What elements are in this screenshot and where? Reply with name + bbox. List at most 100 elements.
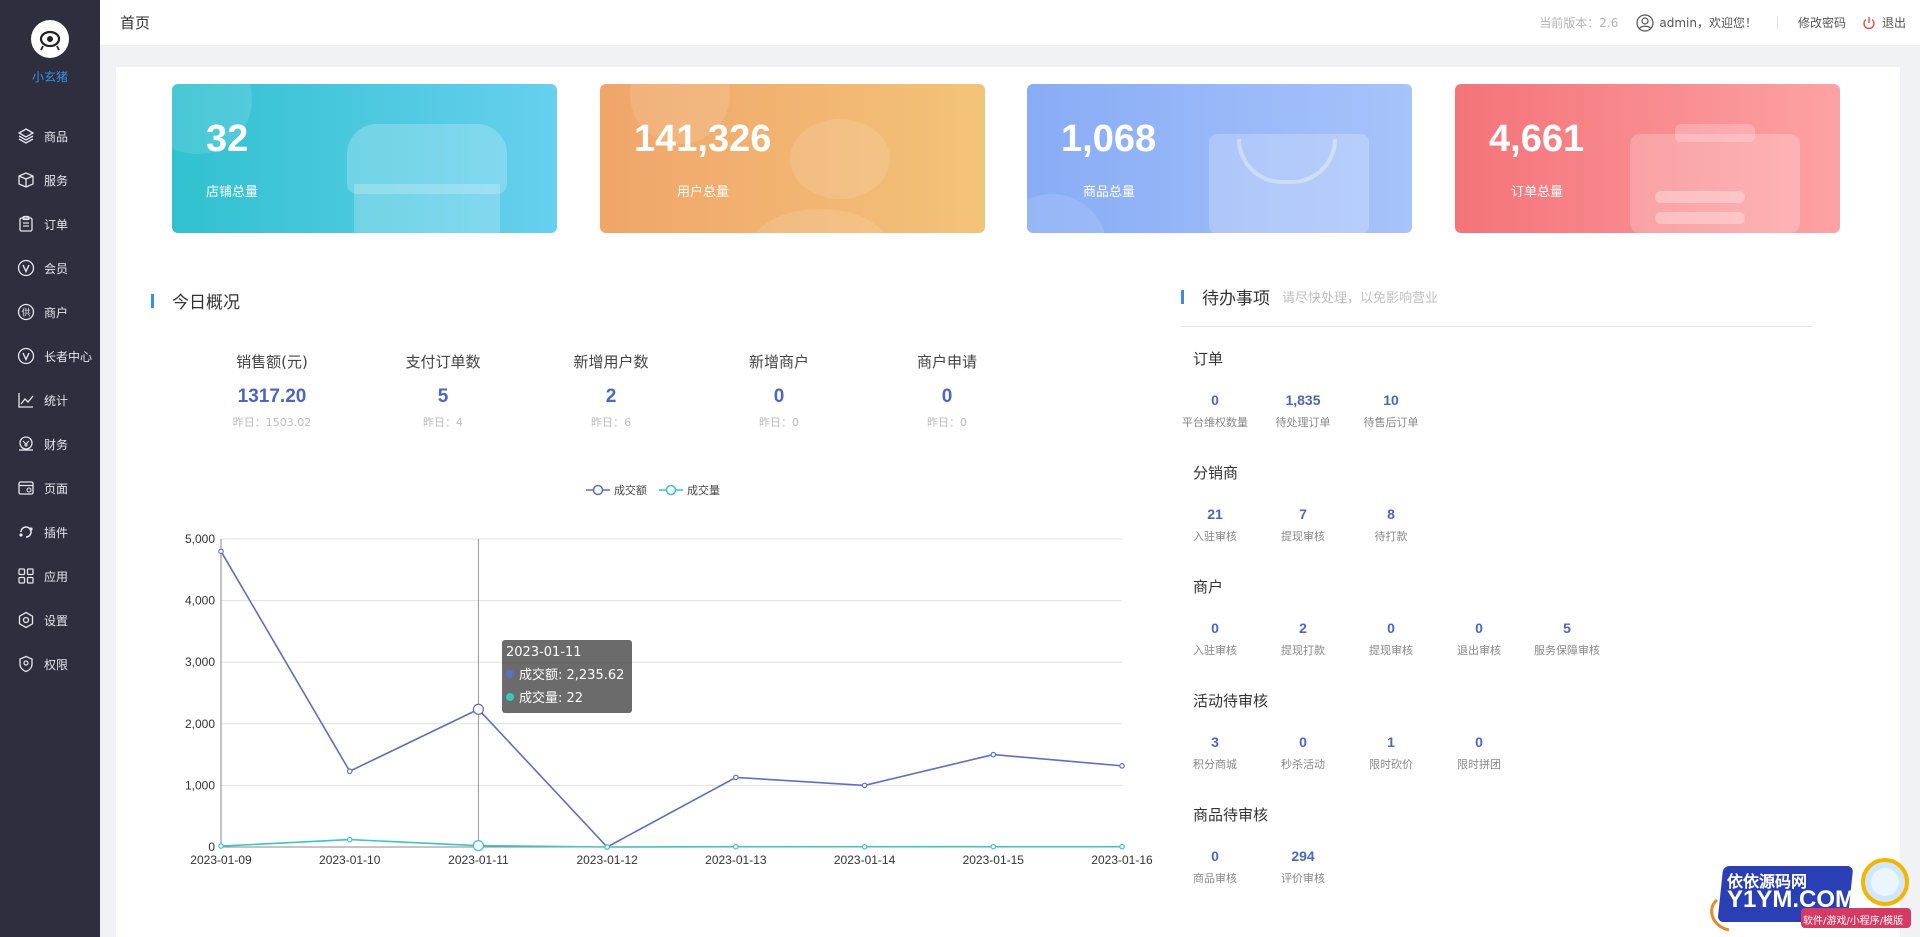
x-tick-label: 2023-01-12	[576, 853, 638, 867]
todo-item[interactable]: 8 待打款	[1347, 506, 1435, 544]
todo-item-value: 2	[1299, 620, 1307, 636]
x-tick-label: 2023-01-16	[1091, 853, 1153, 867]
todo-item[interactable]: 0 秒杀活动	[1259, 734, 1347, 772]
todo-title: 待办事项	[1202, 289, 1270, 309]
data-point	[1119, 763, 1125, 769]
todo-item-label: 待打款	[1374, 530, 1408, 543]
x-tick-label: 2023-01-13	[705, 853, 767, 867]
todo-item-value: 5	[1563, 620, 1571, 636]
series-dot	[506, 692, 514, 701]
todo-group-title: 活动待审核	[1193, 692, 1269, 710]
data-point	[346, 836, 353, 843]
todo-item[interactable]: 0 商品审核	[1171, 848, 1259, 886]
todo-item-value: 0	[1211, 848, 1219, 864]
todo-section-header: 待办事项 请尽快处理，以免影响营业	[1181, 284, 1438, 309]
todo-item[interactable]: 0 退出审核	[1435, 620, 1523, 658]
data-point	[218, 548, 224, 555]
todo-item-label: 提现审核	[1369, 644, 1413, 657]
todo-item-value: 21	[1207, 506, 1223, 522]
watermark-logo: 依依源码网 Y1YM.COM 软件/游戏/小程序/模版	[1705, 850, 1913, 934]
y-tick-label: 4,000	[185, 594, 215, 608]
x-tick-label: 2023-01-11	[448, 853, 509, 867]
series-line-2	[220, 838, 1123, 848]
watermark-text: Y1YM.COM	[1727, 886, 1856, 913]
x-tick-label: 2023-01-15	[963, 853, 1025, 867]
todo-item[interactable]: 10 待售后订单	[1347, 392, 1435, 430]
data-point	[218, 843, 224, 849]
data-point	[733, 843, 739, 850]
todo-item-label: 待处理订单	[1275, 416, 1331, 429]
tooltip-row: 成交额: 2,235.62	[506, 664, 628, 683]
todo-item[interactable]: 3 积分商城	[1171, 734, 1259, 772]
x-tick-label: 2023-01-14	[834, 853, 896, 867]
divider	[1181, 326, 1812, 327]
todo-item-label: 入驻审核	[1193, 530, 1237, 543]
todo-item[interactable]: 1,835 待处理订单	[1259, 392, 1347, 430]
todo-item-label: 限时拼团	[1457, 758, 1501, 771]
todo-group-title: 商品待审核	[1193, 806, 1269, 824]
y-tick-label: 0	[208, 840, 215, 854]
todo-item-value: 0	[1475, 620, 1483, 636]
x-tick-label: 2023-01-09	[190, 853, 252, 867]
y-tick-label: 3,000	[185, 655, 215, 669]
todo-item[interactable]: 5 服务保障审核	[1523, 620, 1611, 658]
todo-item-value: 1	[1387, 734, 1395, 750]
y-tick-label: 5,000	[185, 532, 215, 546]
todo-group-title: 分销商	[1193, 464, 1239, 482]
data-point	[472, 840, 485, 852]
todo-item-value: 8	[1387, 506, 1395, 522]
todo-item[interactable]: 0 入驻审核	[1171, 620, 1259, 658]
todo-item-label: 提现打款	[1281, 644, 1325, 657]
todo-item-value: 7	[1299, 506, 1307, 522]
data-point	[1119, 843, 1125, 850]
todo-item[interactable]: 0 平台维权数量	[1171, 392, 1259, 430]
tooltip-value: 成交额: 2,235.62	[519, 668, 625, 683]
data-point	[472, 703, 485, 715]
data-point	[604, 844, 610, 850]
todo-item[interactable]: 1 限时砍价	[1347, 734, 1435, 772]
data-point	[990, 751, 997, 758]
todo-item-value: 1,835	[1285, 392, 1321, 408]
y-tick-label: 2,000	[185, 717, 215, 731]
watermark-text: 软件/游戏/小程序/模版	[1803, 916, 1904, 927]
tooltip-value: 成交量: 22	[519, 691, 584, 706]
todo-item-value: 294	[1291, 848, 1315, 864]
todo-item-label: 待售后订单	[1363, 416, 1419, 429]
section-marker	[1181, 289, 1184, 304]
todo-item-label: 服务保障审核	[1534, 644, 1600, 657]
todo-item-value: 0	[1211, 620, 1219, 636]
y-tick-label: 1,000	[185, 778, 215, 792]
todo-item[interactable]: 2 提现打款	[1259, 620, 1347, 658]
todo-item[interactable]: 7 提现审核	[1259, 506, 1347, 544]
data-point	[990, 843, 997, 850]
todo-item-label: 入驻审核	[1193, 644, 1237, 657]
todo-item-value: 10	[1383, 392, 1399, 408]
todo-item[interactable]: 294 评价审核	[1259, 848, 1347, 886]
data-point	[346, 768, 353, 775]
series-dot	[506, 669, 514, 678]
todo-item-label: 限时砍价	[1369, 758, 1413, 771]
todo-item-value: 0	[1211, 392, 1219, 408]
todo-item[interactable]: 0 限时拼团	[1435, 734, 1523, 772]
todo-item-value: 0	[1299, 734, 1307, 750]
tooltip-title: 2023-01-11	[506, 645, 582, 660]
sales-line-chart[interactable]: 0 1,000 2,000 3,000 4,000 5,000 2023-01-09 2023…	[0, 0, 1920, 937]
data-point	[861, 843, 868, 850]
todo-subtitle: 请尽快处理，以免影响营业	[1282, 291, 1439, 306]
todo-item[interactable]: 0 提现审核	[1347, 620, 1435, 658]
todo-item-label: 秒杀活动	[1281, 758, 1325, 771]
todo-item-label: 提现审核	[1281, 530, 1325, 543]
x-tick-label: 2023-01-10	[319, 853, 381, 867]
series-line-1	[220, 550, 1123, 848]
data-point	[861, 782, 868, 789]
todo-item[interactable]: 21 入驻审核	[1171, 506, 1259, 544]
tooltip-row: 成交量: 22	[506, 687, 628, 706]
todo-item-label: 商品审核	[1193, 872, 1237, 885]
todo-item-label: 积分商城	[1193, 758, 1237, 771]
todo-item-label: 平台维权数量	[1182, 416, 1248, 429]
todo-group-title: 商户	[1193, 578, 1224, 596]
data-point	[733, 774, 739, 781]
todo-item-label: 评价审核	[1281, 872, 1325, 885]
chart-tooltip: 2023-01-11 成交额: 2,235.62 成交量: 22	[502, 640, 632, 713]
todo-item-value: 3	[1211, 734, 1219, 750]
